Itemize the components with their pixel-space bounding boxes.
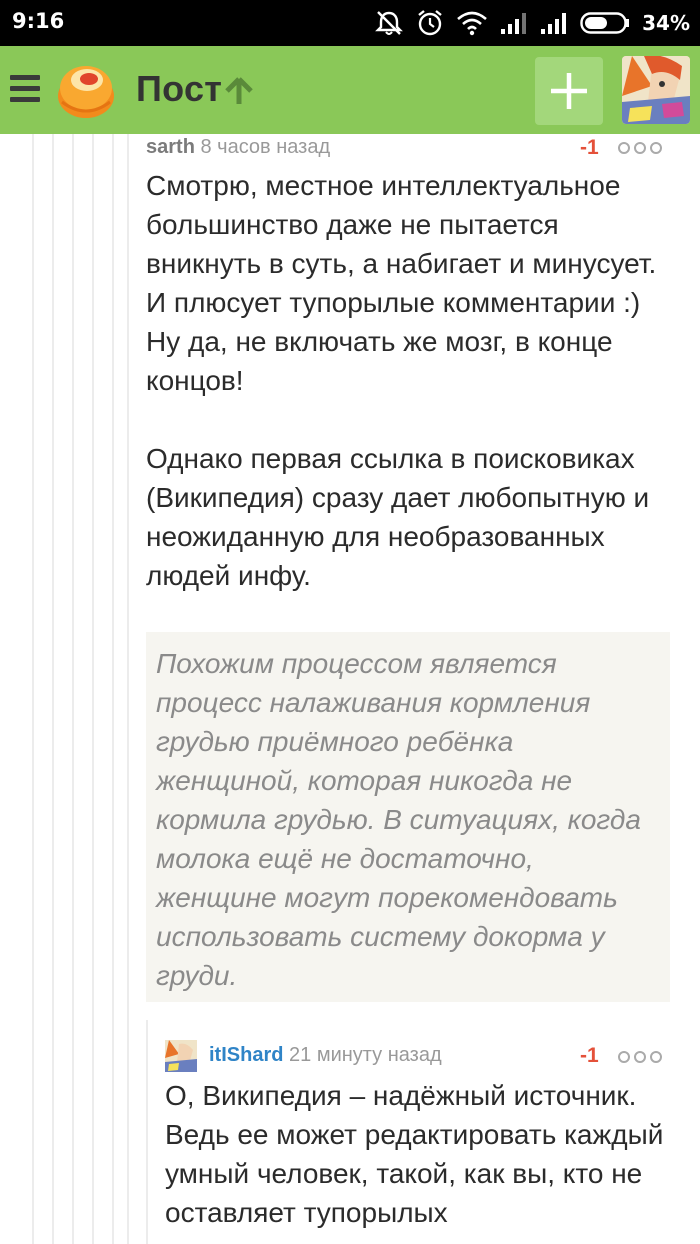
signal-icon (541, 13, 567, 34)
comment-author[interactable]: itIShard (209, 1044, 283, 1066)
comment-thread: sarth 8 часов назад -1 Смотрю, местное и… (0, 134, 700, 1244)
status-icons: 34% (374, 8, 690, 38)
comment-rating: -1 (580, 136, 599, 159)
menu-icon[interactable] (10, 75, 40, 103)
comment-meta: itIShard 21 минуту назад (209, 1044, 442, 1067)
more-options-icon[interactable] (618, 1051, 662, 1063)
comment-text: О, Википедия – надёжный источник. Ведь е… (165, 1080, 664, 1228)
page-title: Пост (136, 68, 223, 109)
app-bar: Пост (0, 46, 700, 134)
alarm-icon (418, 10, 442, 36)
add-post-button[interactable] (535, 57, 603, 125)
comment-text: Смотрю, местное интеллектуальное большин… (146, 170, 657, 591)
comment-quote: Похожим процессом является процесс налаж… (146, 632, 670, 1002)
wifi-icon (457, 11, 487, 36)
comment-avatar[interactable] (165, 1040, 197, 1072)
logo-icon[interactable] (54, 58, 118, 122)
comment-time: 21 минуту назад (289, 1044, 442, 1066)
comment-rating: -1 (580, 1044, 599, 1067)
battery-percent: 34% (642, 11, 690, 35)
signal-icon (501, 13, 527, 34)
comment-meta: sarth 8 часов назад (146, 136, 330, 159)
comment-time: 8 часов назад (200, 136, 331, 158)
avatar[interactable] (622, 56, 690, 124)
status-time: 9:16 (12, 9, 65, 33)
mute-icon (375, 11, 404, 35)
more-options-icon[interactable] (618, 142, 662, 154)
plus-icon (551, 73, 587, 109)
arrow-up-icon[interactable] (224, 76, 254, 106)
quote-text: Похожим процессом является процесс налаж… (156, 648, 641, 991)
status-bar: 9:16 34% (0, 0, 700, 46)
battery-icon (580, 12, 630, 34)
comment-author[interactable]: sarth (146, 136, 195, 158)
